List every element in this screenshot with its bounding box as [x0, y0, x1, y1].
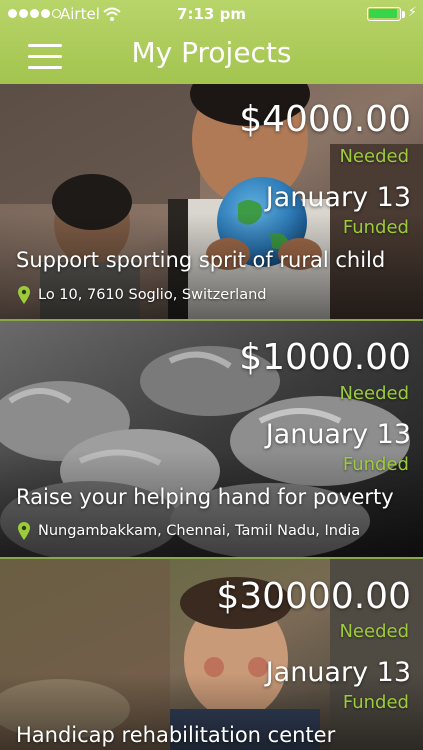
needed-label: Needed	[339, 383, 409, 404]
amount-needed: $4000.00	[239, 99, 411, 140]
funded-label: Funded	[342, 454, 409, 475]
project-card[interactable]: $4000.00 Needed January 13 Funded Suppor…	[0, 84, 423, 319]
needed-label: Needed	[339, 621, 409, 642]
project-location: Nungambakkam, Chennai, Tamil Nadu, India	[18, 522, 360, 540]
clock: 7:13 pm	[177, 5, 246, 23]
location-pin-icon	[18, 522, 30, 540]
amount-needed: $30000.00	[216, 576, 411, 617]
location-pin-icon	[18, 286, 30, 304]
funded-label: Funded	[342, 217, 409, 238]
project-card[interactable]: $1000.00 Needed January 13 Funded Raise …	[0, 321, 423, 557]
app-header: Airtel 7:13 pm ⚡ My Projects	[0, 0, 423, 84]
funded-date: January 13	[265, 657, 411, 688]
project-title: Raise your helping hand for poverty	[16, 485, 394, 509]
project-card[interactable]: $30000.00 Needed January 13 Funded Handi…	[0, 559, 423, 750]
funded-label: Funded	[342, 692, 409, 713]
amount-needed: $1000.00	[239, 337, 411, 378]
status-bar: Airtel 7:13 pm ⚡	[0, 0, 423, 28]
location-text: Lo 10, 7610 Soglio, Switzerland	[38, 287, 267, 303]
location-text: Nungambakkam, Chennai, Tamil Nadu, India	[38, 523, 361, 539]
needed-label: Needed	[339, 146, 409, 167]
charging-icon: ⚡	[407, 5, 417, 20]
funded-date: January 13	[265, 419, 411, 450]
battery-icon	[367, 7, 401, 21]
page-title: My Projects	[131, 36, 292, 69]
funded-date: January 13	[265, 182, 411, 213]
project-title: Handicap rehabilitation center	[16, 723, 336, 747]
project-location: Lo 10, 7610 Soglio, Switzerland	[18, 286, 267, 304]
navigation-bar: My Projects	[0, 28, 423, 84]
project-title: Support sporting sprit of rural child	[16, 248, 386, 272]
